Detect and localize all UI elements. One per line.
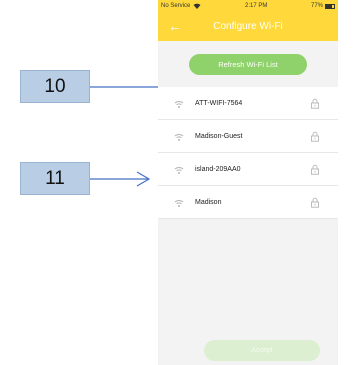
wifi-icon	[174, 134, 184, 141]
battery-fill	[326, 4, 333, 8]
lock-icon	[311, 131, 319, 142]
battery-status: 77%	[311, 3, 335, 9]
lock-icon	[311, 164, 319, 175]
wifi-icon	[174, 101, 184, 108]
wifi-network-row[interactable]: Madison-Guest	[158, 120, 338, 153]
wifi-network-name: Madison-Guest	[195, 132, 243, 140]
back-arrow-icon[interactable]: ←	[168, 19, 182, 33]
wifi-network-name: island-209AA0	[195, 165, 241, 173]
phone-screen: No Service 2:17 PM 77% ← Configure Wi-Fi…	[158, 0, 338, 365]
accept-button[interactable]: Accept	[204, 340, 320, 361]
battery-icon	[325, 3, 335, 9]
wifi-network-list: ATT-WIFI-7564 Madison-Guest island-209AA0 M…	[158, 87, 338, 219]
lock-icon	[311, 197, 319, 208]
wifi-network-row[interactable]: ATT-WIFI-7564	[158, 87, 338, 120]
carrier-label: No Service	[161, 3, 191, 9]
callout-arrow-11	[90, 171, 151, 187]
callout-label-11: 11	[20, 162, 90, 195]
status-bar: No Service 2:17 PM 77%	[158, 0, 338, 12]
page-title: Configure Wi-Fi	[213, 21, 283, 32]
wifi-network-name: Madison	[195, 198, 222, 206]
callout-number: 10	[44, 75, 66, 97]
wifi-icon	[174, 167, 184, 174]
title-bar: ← Configure Wi-Fi	[158, 12, 338, 41]
wifi-network-name: ATT-WIFI-7564	[195, 99, 243, 107]
clock: 2:17 PM	[244, 3, 268, 9]
battery-percent: 77%	[310, 3, 323, 9]
callout-label-10: 10	[20, 70, 90, 103]
wifi-network-row[interactable]: Madison	[158, 186, 338, 219]
refresh-wifi-list-button[interactable]: Refresh Wi-Fi List	[189, 53, 307, 75]
lock-icon	[311, 98, 319, 109]
refresh-area: Refresh Wi-Fi List	[158, 41, 338, 87]
wifi-network-row[interactable]: island-209AA0	[158, 153, 338, 186]
callout-number: 11	[45, 167, 65, 189]
carrier-status: No Service	[161, 3, 201, 9]
wifi-signal-icon	[193, 3, 201, 9]
wifi-icon	[174, 200, 184, 207]
